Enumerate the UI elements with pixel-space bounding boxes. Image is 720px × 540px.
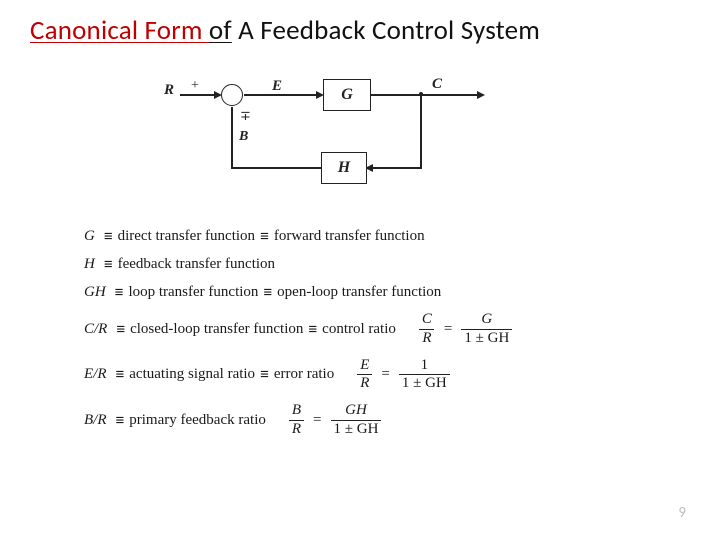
frac-e-over-r: E R xyxy=(357,358,372,393)
line-r-to-sum xyxy=(180,94,216,96)
def-gh-text2: open-loop transfer function xyxy=(277,284,441,301)
equiv-symbol: ≡ xyxy=(260,228,269,245)
frac-den: 1 ± GH xyxy=(461,329,512,347)
def-br-symbol: B/R xyxy=(84,412,107,429)
frac-num: GH xyxy=(342,403,370,420)
line-to-h-right xyxy=(372,167,422,169)
frac-num: E xyxy=(357,358,372,375)
frac-num: B xyxy=(289,403,304,420)
br-equation: B R = GH 1 ± GH xyxy=(288,403,383,438)
def-br-text1: primary feedback ratio xyxy=(129,412,266,429)
signal-e-label: E xyxy=(272,78,282,95)
frac-gh-over: GH 1 ± GH xyxy=(331,403,382,438)
block-g: G xyxy=(323,79,371,111)
equals-sign: = xyxy=(444,321,452,338)
def-row-h: H ≡ feedback transfer function xyxy=(84,256,644,273)
signal-r-label: R xyxy=(164,82,174,99)
frac-num: G xyxy=(478,312,495,329)
def-gh-symbol: GH xyxy=(84,284,106,301)
equiv-symbol: ≡ xyxy=(260,366,269,383)
frac-den: R xyxy=(289,420,304,438)
plus-symbol: + xyxy=(191,78,199,94)
page-title: Canonical Form of A Feedback Control Sys… xyxy=(30,14,540,47)
title-part3: A Feedback Control System xyxy=(232,14,540,47)
equiv-symbol: ≡ xyxy=(116,412,125,429)
title-part1: Canonical Form xyxy=(30,14,209,47)
definitions-list: G ≡ direct transfer function ≡ forward t… xyxy=(84,228,644,449)
cr-equation: C R = G 1 ± GH xyxy=(418,312,513,347)
def-er-text2: error ratio xyxy=(274,366,334,383)
def-row-g: G ≡ direct transfer function ≡ forward t… xyxy=(84,228,644,245)
equals-sign: = xyxy=(381,366,389,383)
block-g-label: G xyxy=(341,86,353,104)
def-g-text2: forward transfer function xyxy=(274,228,425,245)
line-g-to-c xyxy=(371,94,479,96)
frac-num: C xyxy=(419,312,435,329)
line-feedback-up xyxy=(231,107,233,168)
def-er-symbol: E/R xyxy=(84,366,107,383)
def-row-br: B/R ≡ primary feedback ratio B R = GH 1 … xyxy=(84,403,644,438)
arrow-c-out-icon xyxy=(477,91,485,99)
def-cr-symbol: C/R xyxy=(84,321,107,338)
def-cr-text2: control ratio xyxy=(322,321,396,338)
def-row-gh: GH ≡ loop transfer function ≡ open-loop … xyxy=(84,284,644,301)
def-h-text1: feedback transfer function xyxy=(118,256,275,273)
frac-den: R xyxy=(357,374,372,392)
equiv-symbol: ≡ xyxy=(116,366,125,383)
def-row-er: E/R ≡ actuating signal ratio ≡ error rat… xyxy=(84,358,644,393)
def-er-text1: actuating signal ratio xyxy=(129,366,255,383)
summing-junction xyxy=(221,84,243,106)
equals-sign: = xyxy=(313,412,321,429)
block-h: H xyxy=(321,152,367,184)
page-number: 9 xyxy=(678,504,686,522)
frac-g-over: G 1 ± GH xyxy=(461,312,512,347)
signal-b-label: B xyxy=(239,129,248,145)
frac-b-over-r: B R xyxy=(289,403,304,438)
def-g-symbol: G xyxy=(84,228,95,245)
title-part2: of xyxy=(209,14,232,47)
def-gh-text1: loop transfer function xyxy=(128,284,258,301)
block-h-label: H xyxy=(338,159,350,177)
line-node-down xyxy=(420,94,422,168)
def-cr-text1: closed-loop transfer function xyxy=(130,321,303,338)
line-h-left xyxy=(231,167,321,169)
equiv-symbol: ≡ xyxy=(115,284,124,301)
equiv-symbol: ≡ xyxy=(116,321,125,338)
block-diagram: R + E G C H ∓ B xyxy=(166,72,546,212)
equiv-symbol: ≡ xyxy=(263,284,272,301)
equiv-symbol: ≡ xyxy=(104,256,113,273)
def-g-text1: direct transfer function xyxy=(118,228,255,245)
signal-c-label: C xyxy=(432,76,442,93)
frac-den: R xyxy=(419,329,434,347)
er-equation: E R = 1 1 ± GH xyxy=(356,358,451,393)
frac-1-over: 1 1 ± GH xyxy=(399,358,450,393)
frac-den: 1 ± GH xyxy=(399,374,450,392)
minusplus-symbol: ∓ xyxy=(240,108,251,124)
frac-num: 1 xyxy=(418,358,432,375)
equiv-symbol: ≡ xyxy=(104,228,113,245)
def-row-cr: C/R ≡ closed-loop transfer function ≡ co… xyxy=(84,312,644,347)
frac-c-over-r: C R xyxy=(419,312,435,347)
def-h-symbol: H xyxy=(84,256,95,273)
equiv-symbol: ≡ xyxy=(308,321,317,338)
frac-den: 1 ± GH xyxy=(331,420,382,438)
